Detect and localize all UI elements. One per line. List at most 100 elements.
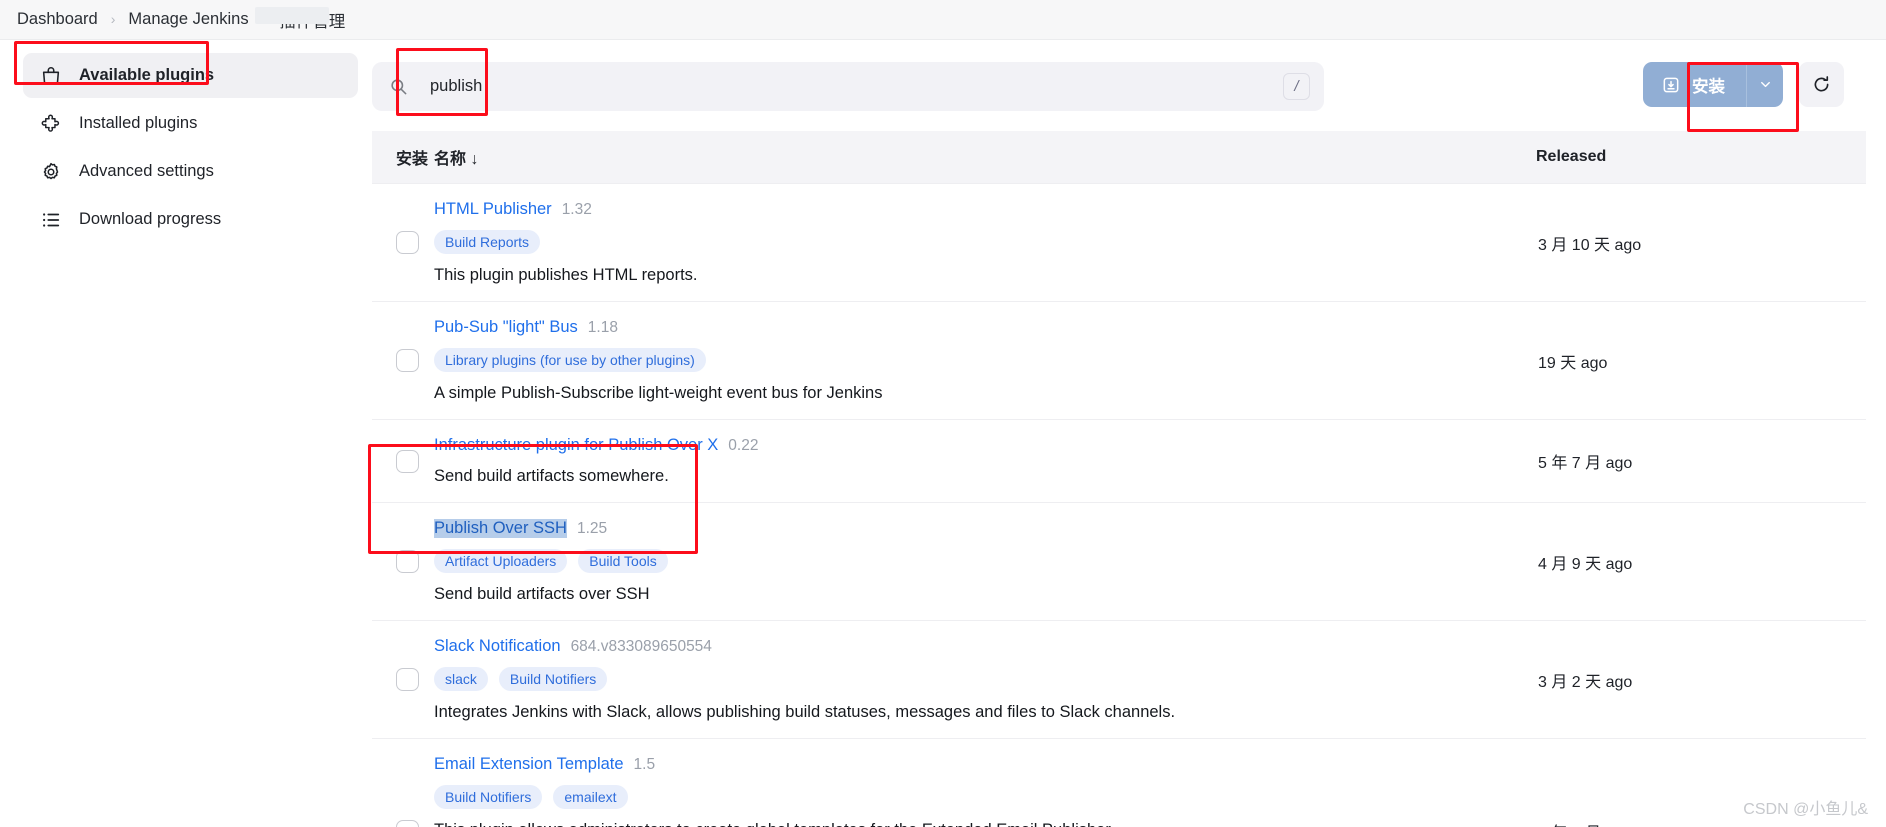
plugin-version: 1.18 — [587, 319, 618, 336]
plugin-name-link[interactable]: Infrastructure plugin for Publish Over X — [434, 436, 718, 455]
watermark: CSDN @小鱼儿& — [1743, 801, 1868, 818]
table-row: Slack Notification 684.v833089650554 slack… — [372, 620, 1866, 739]
main-content: / 安装 — [372, 40, 1886, 827]
plugin-label-chip[interactable]: Library plugins (for use by other plugin… — [434, 348, 706, 372]
puzzle-icon — [40, 113, 62, 135]
plugin-name-link[interactable]: HTML Publisher — [434, 200, 552, 219]
plugin-labels: Build Notifiers emailext — [434, 785, 1536, 809]
install-checkbox[interactable] — [396, 668, 419, 691]
plugin-label-chip[interactable]: Artifact Uploaders — [434, 549, 568, 573]
plugin-label-chip[interactable]: slack — [434, 667, 488, 691]
plugin-labels: Build Reports — [434, 230, 1536, 254]
plugin-header: Publish Over SSH 1.25 — [434, 519, 1536, 538]
plugin-cell: Pub-Sub "light" Bus 1.18 Library plugins (… — [434, 301, 1536, 420]
install-dropdown-button[interactable] — [1746, 62, 1783, 107]
released-cell: 3 月 2 天 ago — [1536, 620, 1866, 739]
plugins-table-body: HTML Publisher 1.32 Build Reports This plug… — [372, 183, 1866, 827]
search-box[interactable]: / — [372, 62, 1324, 111]
plugin-name-link[interactable]: Pub-Sub "light" Bus — [434, 318, 578, 337]
list-icon — [40, 209, 62, 231]
install-split-button: 安装 — [1643, 62, 1783, 107]
sidebar-item-installed-plugins[interactable]: Installed plugins — [23, 101, 358, 146]
install-checkbox[interactable] — [396, 550, 419, 573]
sidebar-item-label: Advanced settings — [79, 162, 214, 180]
breadcrumb: Dashboard › Manage Jenkins › 插件管理 — [0, 0, 1886, 40]
plugin-name-link[interactable]: Slack Notification — [434, 637, 561, 656]
install-checkbox-cell — [372, 502, 434, 621]
install-button-label: 安装 — [1692, 77, 1725, 96]
plugin-excerpt: This plugin publishes HTML reports. — [434, 266, 698, 284]
released-date: 3 月 2 天 ago — [1538, 673, 1633, 691]
sidebar-item-label: Installed plugins — [79, 114, 198, 132]
plugin-name-link[interactable]: Email Extension Template — [434, 755, 624, 774]
plugin-header: Slack Notification 684.v833089650554 — [434, 637, 1536, 656]
plugin-labels: slack Build Notifiers — [434, 667, 1536, 691]
plugin-header: Pub-Sub "light" Bus 1.18 — [434, 318, 1536, 337]
install-checkbox[interactable] — [396, 449, 419, 473]
released-date: 1 年 1 月 ago — [1536, 819, 1866, 827]
sidebar: Available plugins Installed plugins Adva… — [0, 40, 372, 827]
install-checkbox-cell — [372, 419, 434, 503]
toolbar-actions: 安装 — [1643, 62, 1844, 107]
breadcrumb-item-dashboard[interactable]: Dashboard — [17, 10, 98, 29]
plugin-version: 684.v833089650554 — [570, 638, 712, 655]
column-header-released[interactable]: Released — [1536, 131, 1866, 184]
plugin-version: 1.32 — [561, 201, 592, 218]
plugin-label-chip[interactable]: Build Tools — [578, 549, 668, 573]
table-header-row: 安装 名称 ↓ Released — [372, 131, 1866, 184]
breadcrumb-redacted-block — [255, 7, 329, 24]
install-checkbox[interactable] — [396, 231, 419, 254]
install-checkbox-cell — [372, 183, 434, 302]
sidebar-item-download-progress[interactable]: Download progress — [23, 197, 358, 242]
install-button[interactable]: 安装 — [1643, 62, 1746, 107]
plugin-version: 1.5 — [633, 756, 656, 773]
table-row: Publish Over SSH 1.25 Artifact Uploaders Bu… — [372, 502, 1866, 621]
plugin-name-link[interactable]: Publish Over SSH — [434, 519, 567, 538]
keyboard-shortcut-badge: / — [1283, 73, 1310, 100]
released-cell: 5 年 7 月 ago — [1536, 419, 1866, 503]
sidebar-item-advanced-settings[interactable]: Advanced settings — [23, 149, 358, 194]
plugin-labels: Library plugins (for use by other plugin… — [434, 348, 1536, 372]
breadcrumb-separator-icon: › — [110, 10, 116, 27]
column-header-install: 安装 — [372, 131, 434, 184]
plugin-excerpt: Send build artifacts somewhere. — [434, 467, 669, 485]
search-input[interactable] — [408, 77, 1283, 96]
table-row: Email Extension Template 1.5 Build Notifie… — [372, 738, 1866, 827]
plugin-cell: Slack Notification 684.v833089650554 slack… — [434, 620, 1536, 739]
breadcrumb-item-manage-jenkins[interactable]: Manage Jenkins — [128, 10, 248, 29]
plugin-header: HTML Publisher 1.32 — [434, 200, 1536, 219]
plugin-version: 0.22 — [728, 437, 759, 454]
plugin-cell: Publish Over SSH 1.25 Artifact Uploaders Bu… — [434, 502, 1536, 621]
plugins-table-head: 安装 名称 ↓ Released — [372, 131, 1866, 184]
plugin-excerpt: A simple Publish-Subscribe light-weight … — [434, 384, 883, 402]
install-checkbox-cell — [372, 301, 434, 420]
released-cell: 19 天 ago — [1536, 301, 1866, 420]
plugin-label-chip[interactable]: emailext — [553, 785, 628, 809]
plugin-label-chip[interactable]: Build Notifiers — [434, 785, 543, 809]
plugin-label-chip[interactable]: Build Reports — [434, 230, 541, 254]
bag-icon — [40, 65, 62, 87]
plugins-table: 安装 名称 ↓ Released HTML Publisher 1.32 Build… — [372, 131, 1866, 827]
plugin-excerpt: Send build artifacts over SSH — [434, 585, 650, 603]
sidebar-item-available-plugins[interactable]: Available plugins — [23, 53, 358, 98]
released-date: 3 月 10 天 ago — [1538, 236, 1642, 254]
gear-icon — [40, 161, 62, 183]
released-date: 19 天 ago — [1538, 354, 1608, 372]
chevron-down-icon — [1760, 81, 1770, 88]
install-checkbox-cell — [372, 620, 434, 739]
refresh-button[interactable] — [1799, 62, 1844, 107]
plugin-version: 1.25 — [576, 520, 608, 537]
install-checkbox[interactable] — [396, 819, 419, 827]
table-row: HTML Publisher 1.32 Build Reports This plug… — [372, 183, 1866, 302]
plugin-excerpt: Integrates Jenkins with Slack, allows pu… — [434, 703, 1176, 721]
download-icon — [1661, 75, 1681, 95]
search-icon — [389, 77, 408, 96]
install-checkbox[interactable] — [396, 349, 419, 372]
plugin-cell: Infrastructure plugin for Publish Over X… — [434, 419, 1536, 503]
plugin-header: Email Extension Template 1.5 — [434, 755, 1536, 774]
refresh-icon — [1814, 76, 1829, 92]
column-header-name[interactable]: 名称 ↓ — [434, 131, 1536, 184]
plugin-label-chip[interactable]: Build Notifiers — [498, 667, 608, 691]
table-row: Pub-Sub "light" Bus 1.18 Library plugins (… — [372, 301, 1866, 420]
released-date: 4 月 9 天 ago — [1538, 555, 1633, 573]
